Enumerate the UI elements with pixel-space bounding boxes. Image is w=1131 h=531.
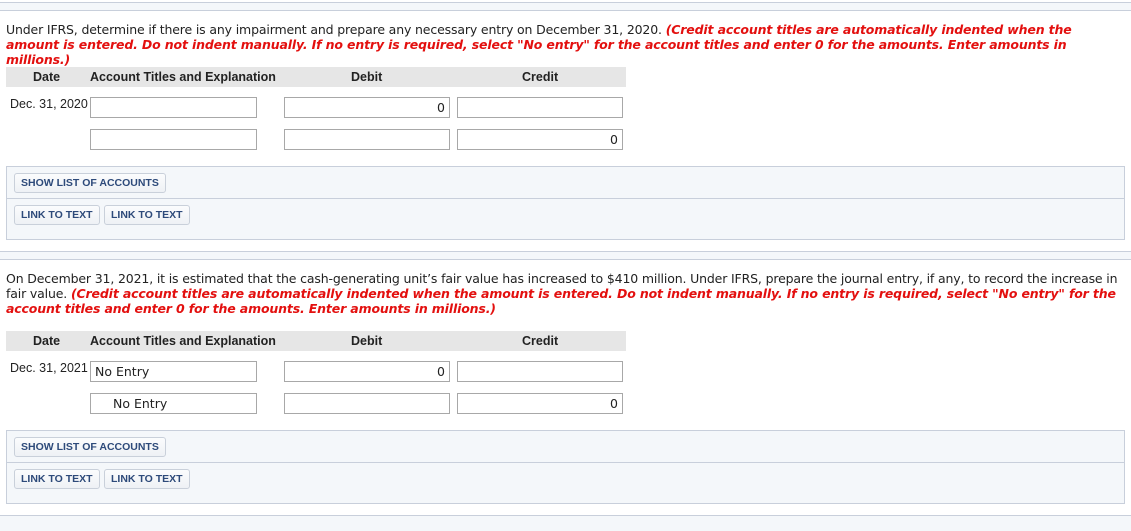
- account-title-input[interactable]: No Entry: [90, 393, 257, 414]
- link-to-text-button[interactable]: LINK TO TEXT: [14, 205, 100, 225]
- table-header: Date Account Titles and Explanation Debi…: [6, 67, 626, 87]
- question-prompt: Under IFRS, determine if there is any im…: [6, 22, 662, 37]
- header-credit: Credit: [522, 334, 559, 348]
- section-divider: [0, 2, 1131, 11]
- section-divider: [0, 515, 1131, 531]
- show-list-of-accounts-button[interactable]: SHOW LIST OF ACCOUNTS: [14, 173, 166, 193]
- credit-input[interactable]: [457, 97, 623, 118]
- link-to-text-button[interactable]: LINK TO TEXT: [14, 469, 100, 489]
- account-title-input[interactable]: [90, 97, 257, 118]
- table-row: Dec. 31, 2021 No Entry 0: [6, 360, 626, 392]
- link-to-text-button[interactable]: LINK TO TEXT: [104, 205, 190, 225]
- account-title-input[interactable]: No Entry: [90, 361, 257, 382]
- header-debit: Debit: [351, 70, 383, 84]
- toolbar-panel-1: SHOW LIST OF ACCOUNTS LINK TO TEXT LINK …: [6, 166, 1125, 240]
- header-date: Date: [33, 70, 61, 84]
- debit-input[interactable]: [284, 129, 450, 150]
- show-list-of-accounts-button[interactable]: SHOW LIST OF ACCOUNTS: [14, 437, 166, 457]
- header-date: Date: [33, 334, 61, 348]
- header-account: Account Titles and Explanation: [90, 334, 276, 348]
- table-header: Date Account Titles and Explanation Debi…: [6, 331, 626, 351]
- debit-input[interactable]: [284, 393, 450, 414]
- credit-input[interactable]: 0: [457, 129, 623, 150]
- toolbar-panel-2: SHOW LIST OF ACCOUNTS LINK TO TEXT LINK …: [6, 430, 1125, 504]
- debit-input[interactable]: 0: [284, 97, 450, 118]
- account-title-input[interactable]: [90, 129, 257, 150]
- journal-table-2: Date Account Titles and Explanation Debi…: [6, 331, 626, 424]
- section-divider: [0, 251, 1131, 260]
- credit-input[interactable]: 0: [457, 393, 623, 414]
- credit-input[interactable]: [457, 361, 623, 382]
- instruction-note: (Credit account titles are automatically…: [6, 286, 1116, 316]
- question-text-1: Under IFRS, determine if there is any im…: [6, 22, 1121, 67]
- header-account: Account Titles and Explanation: [90, 70, 276, 84]
- table-row: 0: [6, 128, 626, 160]
- header-debit: Debit: [351, 334, 383, 348]
- entry-date: Dec. 31, 2021: [10, 361, 88, 375]
- table-row: Dec. 31, 2020 0: [6, 96, 626, 128]
- question-text-2: On December 31, 2021, it is estimated th…: [6, 271, 1121, 316]
- table-row: No Entry 0: [6, 392, 626, 424]
- header-credit: Credit: [522, 70, 559, 84]
- debit-input[interactable]: 0: [284, 361, 450, 382]
- journal-table-1: Date Account Titles and Explanation Debi…: [6, 67, 626, 160]
- link-to-text-button[interactable]: LINK TO TEXT: [104, 469, 190, 489]
- entry-date: Dec. 31, 2020: [10, 97, 88, 111]
